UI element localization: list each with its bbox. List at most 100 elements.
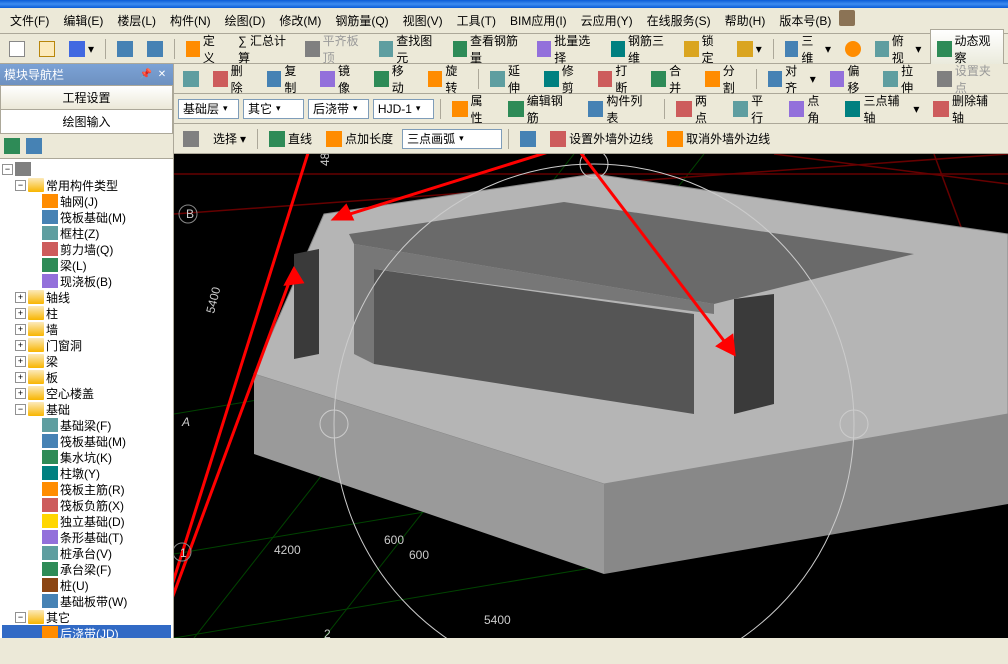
- type-dropdown[interactable]: 其它: [243, 99, 304, 119]
- axis-1: 1: [180, 546, 187, 560]
- dim-5400b: 5400: [484, 613, 511, 627]
- element-toolbar: 基础层 其它 后浇带 HJD-1 属性 编辑钢筋 构件列表 两点 平行 点角 三…: [174, 94, 1008, 124]
- tree-raft-m[interactable]: 筏板基础(M): [2, 209, 171, 225]
- collapse-icon[interactable]: −: [15, 180, 26, 191]
- cancelouter-button[interactable]: 取消外墙外边线: [662, 127, 775, 150]
- menu-floor[interactable]: 楼层(L): [111, 10, 162, 31]
- tree-foundstrip[interactable]: 基础板带(W): [2, 593, 171, 609]
- viewport: 删除 复制 镜像 移动 旋转 延伸 修剪 打断 合并 分割 对齐▾ 偏移 拉伸 …: [174, 64, 1008, 638]
- tree-pile[interactable]: 桩(U): [2, 577, 171, 593]
- canvas-svg: 480 5400 4200 600 600 5400 B A 1 2: [174, 154, 1008, 638]
- addlen-button[interactable]: 点加长度: [321, 127, 398, 150]
- tree-capbeam[interactable]: 承台梁(F): [2, 561, 171, 577]
- cursor-button[interactable]: [178, 128, 204, 150]
- tree-hollow[interactable]: +空心楼盖: [2, 385, 171, 401]
- drawing-canvas[interactable]: 480 5400 4200 600 600 5400 B A 1 2: [174, 154, 1008, 638]
- face-icon[interactable]: [839, 10, 855, 26]
- dim-4200: 4200: [274, 543, 301, 557]
- face-icon-2[interactable]: [840, 38, 866, 60]
- tree-door[interactable]: +门窗洞: [2, 337, 171, 353]
- menu-edit[interactable]: 编辑(E): [57, 10, 109, 31]
- expand-icon[interactable]: +: [15, 388, 26, 399]
- sidebar-title: 模块导航栏: [4, 66, 64, 83]
- component-tree: − −常用构件类型 轴网(J) 筏板基础(M) 框柱(Z) 剪力墙(Q) 梁(L…: [0, 159, 173, 638]
- tree-pier[interactable]: 柱墩(Y): [2, 465, 171, 481]
- expand-icon[interactable]: +: [15, 324, 26, 335]
- tree-other[interactable]: −其它: [2, 609, 171, 625]
- delaux-button[interactable]: 删除辅轴: [928, 89, 1004, 129]
- sidebar-icon-row: [0, 134, 173, 159]
- axis-b: B: [186, 207, 194, 221]
- memberlist-button[interactable]: 构件列表: [583, 89, 659, 129]
- expand-icon[interactable]: +: [15, 356, 26, 367]
- tree-sump[interactable]: 集水坑(K): [2, 449, 171, 465]
- line-button[interactable]: 直线: [264, 127, 317, 150]
- select-button[interactable]: 选择▾: [208, 127, 251, 150]
- editrebar-button[interactable]: 编辑钢筋: [503, 89, 579, 129]
- sidebar-panel: 模块导航栏 📌 ✕ 工程设置 绘图输入 − −常用构件类型 轴网(J) 筏板基础…: [0, 64, 174, 638]
- new-button[interactable]: [4, 38, 30, 60]
- tree-wall[interactable]: +墙: [2, 321, 171, 337]
- angle-button[interactable]: 点角: [784, 89, 836, 129]
- redo-button[interactable]: [142, 38, 168, 60]
- tool-x-button[interactable]: [515, 128, 541, 150]
- expand-icon[interactable]: +: [15, 372, 26, 383]
- tree-axis-j[interactable]: 轴网(J): [2, 193, 171, 209]
- tree-slab[interactable]: +板: [2, 369, 171, 385]
- floor-dropdown[interactable]: 基础层: [178, 99, 239, 119]
- unlock-button[interactable]: ▾: [732, 38, 767, 60]
- tree-beam-l[interactable]: 梁(L): [2, 257, 171, 273]
- instance-dropdown[interactable]: HJD-1: [373, 99, 434, 119]
- axis-a: A: [181, 415, 190, 429]
- tree-root[interactable]: −: [2, 161, 171, 177]
- element-dropdown[interactable]: 后浇带: [308, 99, 369, 119]
- copy-button[interactable]: 复制: [262, 59, 312, 99]
- parallel-button[interactable]: 平行: [728, 89, 780, 129]
- tree-poststrip-jd[interactable]: 后浇带(JD): [2, 625, 171, 638]
- tree-axis[interactable]: +轴线: [2, 289, 171, 305]
- tree-isofound[interactable]: 独立基础(D): [2, 513, 171, 529]
- tree-raftneg[interactable]: 筏板负筋(X): [2, 497, 171, 513]
- tree-foundbeam[interactable]: 基础梁(F): [2, 417, 171, 433]
- tree-foundation[interactable]: −基础: [2, 401, 171, 417]
- draw-toolbar: 选择▾ 直线 点加长度 三点画弧 设置外墙外边线 取消外墙外边线: [174, 124, 1008, 154]
- tab-draw-input[interactable]: 绘图输入: [0, 109, 173, 133]
- mirror-button[interactable]: 镜像: [315, 59, 365, 99]
- expand-icon[interactable]: +: [15, 340, 26, 351]
- threeaux-button[interactable]: 三点辅轴▾: [840, 89, 925, 129]
- tree-col[interactable]: +柱: [2, 305, 171, 321]
- tree-common[interactable]: −常用构件类型: [2, 177, 171, 193]
- tree-stripfound[interactable]: 条形基础(T): [2, 529, 171, 545]
- collapse-icon[interactable]: −: [2, 164, 13, 175]
- tool-icon-2[interactable]: [26, 138, 42, 154]
- expand-icon[interactable]: +: [15, 308, 26, 319]
- pin-icon[interactable]: 📌: [139, 68, 153, 82]
- setouter-button[interactable]: 设置外墙外边线: [545, 127, 658, 150]
- pick-button[interactable]: [178, 68, 204, 90]
- expand-icon[interactable]: +: [15, 292, 26, 303]
- threearc-dropdown[interactable]: 三点画弧: [402, 129, 502, 149]
- menu-file[interactable]: 文件(F): [4, 10, 55, 31]
- tool-icon-1[interactable]: [4, 138, 20, 154]
- tree-raft2[interactable]: 筏板基础(M): [2, 433, 171, 449]
- collapse-icon[interactable]: −: [15, 612, 26, 623]
- close-icon[interactable]: ✕: [155, 68, 169, 82]
- dim-480: 480: [318, 154, 332, 166]
- tree-raftmain[interactable]: 筏板主筋(R): [2, 481, 171, 497]
- move-button[interactable]: 移动: [369, 59, 419, 99]
- tab-project-settings[interactable]: 工程设置: [0, 85, 173, 109]
- erase-button[interactable]: 删除: [208, 59, 258, 99]
- dim-5400: 5400: [203, 285, 223, 315]
- tree-castslab-b[interactable]: 现浇板(B): [2, 273, 171, 289]
- attr-button[interactable]: 属性: [447, 89, 499, 129]
- twopoints-button[interactable]: 两点: [671, 89, 723, 129]
- open-button[interactable]: [34, 38, 60, 60]
- undo-button[interactable]: [112, 38, 138, 60]
- save-button[interactable]: ▾: [64, 38, 99, 60]
- tree-beam[interactable]: +梁: [2, 353, 171, 369]
- collapse-icon[interactable]: −: [15, 404, 26, 415]
- tree-pilecap[interactable]: 桩承台(V): [2, 545, 171, 561]
- sidebar-header: 模块导航栏 📌 ✕: [0, 64, 173, 85]
- tree-shearwall-q[interactable]: 剪力墙(Q): [2, 241, 171, 257]
- tree-framecol-z[interactable]: 框柱(Z): [2, 225, 171, 241]
